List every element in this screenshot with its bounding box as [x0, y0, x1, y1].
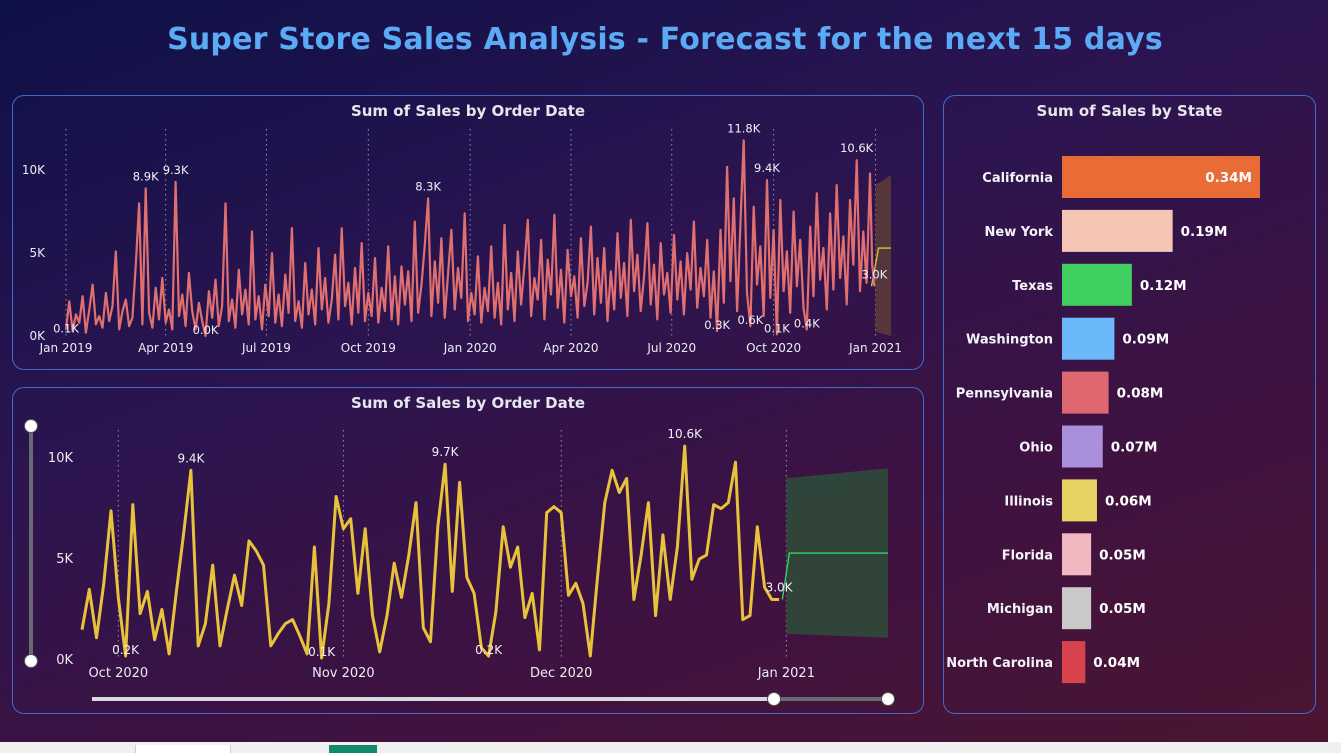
data-label: 0.3K	[704, 318, 730, 332]
bottom-sales-line-chart[interactable]: Oct 2020 Nov 2020 Dec 2020 Jan 2021 0K 5K 10K 0…	[0, 380, 930, 720]
data-label: 0.4K	[794, 316, 820, 330]
data-label: 10.6K	[840, 141, 874, 155]
x-tick-label: Jul 2019	[241, 341, 291, 355]
x-tick-label: Apr 2019	[138, 341, 193, 355]
data-label: 0.2K	[475, 643, 503, 657]
window-edge	[1328, 0, 1341, 753]
state-label: Michigan	[987, 602, 1053, 617]
horizontal-range-handle-right[interactable]	[881, 692, 895, 706]
state-chart-title: Sum of Sales by State	[1036, 102, 1223, 120]
x-tick-label: Oct 2020	[746, 341, 801, 355]
state-label: Washington	[966, 333, 1053, 348]
x-tick-label: Dec 2020	[530, 666, 592, 681]
data-label: 9.4K	[754, 161, 780, 175]
state-label: New York	[985, 225, 1054, 240]
state-bar[interactable]	[1062, 209, 1173, 252]
x-tick-label: Jul 2020	[646, 341, 696, 355]
data-label: 0.2K	[112, 643, 140, 657]
data-label: 0.1K	[308, 645, 336, 659]
state-value-label: 0.19M	[1181, 224, 1228, 240]
state-bar[interactable]	[1062, 425, 1103, 468]
data-label: 8.9K	[133, 169, 159, 183]
state-value-label: 0.07M	[1111, 440, 1158, 456]
top-sales-line-chart[interactable]: Jan 2019 Apr 2019 Jul 2019 Oct 2019 Jan 2020…	[0, 0, 930, 380]
data-label: 8.3K	[415, 179, 441, 193]
y-tick-label: 10K	[22, 163, 46, 177]
data-label: 0.1K	[53, 321, 79, 335]
state-label: Illinois	[1004, 494, 1053, 509]
x-tick-label: Apr 2020	[543, 341, 598, 355]
x-tick-label: Jan 2021	[757, 666, 815, 681]
x-tick-label: Nov 2020	[312, 666, 375, 681]
state-value-label: 0.09M	[1122, 332, 1169, 348]
state-value-label: 0.08M	[1117, 386, 1164, 402]
data-label: 0.0K	[193, 323, 219, 337]
data-label: 9.4K	[177, 451, 205, 465]
state-value-label: 0.06M	[1105, 493, 1152, 509]
state-bar[interactable]	[1062, 317, 1115, 360]
x-tick-label: Jan 2020	[443, 341, 497, 355]
y-tick-label: 10K	[48, 451, 74, 466]
state-bar[interactable]	[1062, 641, 1086, 684]
state-label: Florida	[1002, 548, 1053, 563]
sales-line	[80, 444, 780, 660]
state-label: Ohio	[1019, 441, 1053, 456]
state-value-label: 0.05M	[1099, 601, 1146, 617]
state-label: California	[982, 171, 1053, 186]
state-value-label: 0.12M	[1140, 278, 1187, 294]
y-tick-label: 5K	[29, 246, 46, 260]
state-bar[interactable]	[1062, 479, 1097, 522]
x-tick-label: Oct 2019	[341, 341, 396, 355]
data-label: 9.3K	[163, 163, 189, 177]
state-value-label: 0.05M	[1099, 547, 1146, 563]
page-tab-active[interactable]	[329, 745, 377, 753]
data-label: 3.0K	[861, 267, 887, 281]
state-value-label: 0.04M	[1093, 655, 1140, 671]
state-label: North Carolina	[946, 656, 1053, 671]
state-bar[interactable]	[1062, 263, 1132, 306]
state-value-label: 0.34M	[1205, 170, 1252, 186]
y-tick-label: 5K	[56, 552, 73, 567]
data-label: 0.1K	[764, 321, 790, 335]
y-tick-label: 0K	[56, 653, 73, 668]
state-bar-chart[interactable]: California 0.34M New York 0.19M Texas 0.12M Wa…	[943, 140, 1316, 700]
data-label: 9.7K	[432, 445, 460, 459]
data-label: 11.8K	[727, 121, 761, 135]
x-tick-label: Jan 2021	[848, 341, 902, 355]
horizontal-range-handle-left[interactable]	[767, 692, 781, 706]
data-label: 3.0K	[766, 580, 794, 594]
data-label: 10.6K	[667, 427, 703, 441]
state-label: Texas	[1012, 279, 1053, 294]
state-label: Pennsylvania	[956, 387, 1053, 402]
x-tick-label: Oct 2020	[88, 666, 148, 681]
state-bar[interactable]	[1062, 533, 1092, 576]
x-tick-label: Jan 2019	[39, 341, 93, 355]
page-tab-1[interactable]	[135, 745, 231, 753]
data-label: 0.6K	[737, 313, 763, 327]
y-tick-label: 0K	[29, 329, 46, 343]
vertical-range-handle-bottom[interactable]	[24, 654, 38, 668]
vertical-range-handle-top[interactable]	[24, 419, 38, 433]
state-bar[interactable]	[1062, 371, 1109, 414]
state-bar[interactable]	[1062, 587, 1092, 630]
